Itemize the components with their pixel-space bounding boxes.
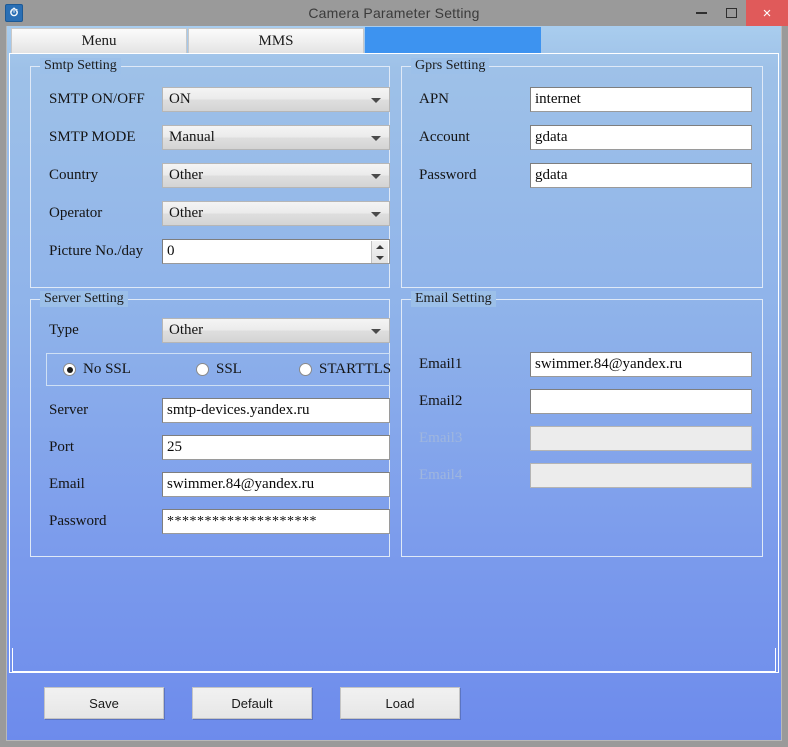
email-setting-title: Email Setting — [411, 291, 496, 307]
radio-ssl-label: SSL — [216, 361, 242, 377]
picture-no-per-day-value: 0 — [167, 243, 175, 259]
type-value: Other — [169, 322, 204, 338]
chevron-down-icon — [371, 328, 381, 334]
minimize-icon — [695, 12, 707, 14]
label-gprs-password: Password — [419, 167, 477, 183]
application-window: ⏱ Camera Parameter Setting × Menu MMS Sm… — [0, 0, 788, 747]
tab-mms[interactable]: MMS — [188, 28, 364, 53]
server-password-input[interactable]: ******************** — [162, 509, 390, 534]
email1-input[interactable]: swimmer.84@yandex.ru — [530, 352, 752, 377]
smtp-on-off-combo[interactable]: ON — [162, 87, 390, 112]
server-setting-group: Server Setting Type Other No SSL SSL STA… — [30, 291, 391, 557]
gprs-setting-group: Gprs Setting APN internet Account gdata … — [401, 58, 763, 288]
app-logo-icon: ⏱ — [5, 4, 23, 22]
chevron-down-icon — [371, 173, 381, 179]
server-email-input[interactable]: swimmer.84@yandex.ru — [162, 472, 390, 497]
tab-page: Smtp Setting SMTP ON/OFF ON SMTP MODE Ma… — [9, 53, 779, 673]
footer-bar: Save Default Load — [7, 673, 781, 740]
chevron-down-icon — [371, 97, 381, 103]
label-smtp-on-off: SMTP ON/OFF — [49, 91, 145, 107]
label-operator: Operator — [49, 205, 103, 221]
spinner-down-icon[interactable] — [372, 253, 388, 264]
email4-input — [530, 463, 752, 488]
tab-strip: Menu MMS — [7, 26, 781, 53]
radio-dot-icon — [196, 363, 209, 376]
label-apn: APN — [419, 91, 450, 107]
settings-panel-container: Smtp Setting SMTP ON/OFF ON SMTP MODE Ma… — [10, 54, 778, 648]
account-input[interactable]: gdata — [530, 125, 752, 150]
smtp-setting-group: Smtp Setting SMTP ON/OFF ON SMTP MODE Ma… — [30, 58, 390, 288]
email-setting-group: Email Setting Email1 swimmer.84@yandex.r… — [401, 291, 763, 557]
chevron-down-icon — [371, 135, 381, 141]
label-email1: Email1 — [419, 356, 463, 372]
gprs-password-input[interactable]: gdata — [530, 163, 752, 188]
label-country: Country — [49, 167, 99, 183]
maximize-button[interactable] — [716, 0, 746, 26]
server-setting-title: Server Setting — [40, 291, 128, 307]
tab-menu[interactable]: Menu — [11, 28, 187, 53]
label-type: Type — [49, 322, 79, 338]
gprs-setting-title: Gprs Setting — [411, 58, 490, 74]
label-email4: Email4 — [419, 467, 463, 483]
server-input[interactable]: smtp-devices.yandex.ru — [162, 398, 390, 423]
label-email2: Email2 — [419, 393, 463, 409]
label-server: Server — [49, 402, 89, 418]
default-button[interactable]: Default — [192, 687, 312, 719]
window-controls: × — [686, 0, 788, 26]
smtp-mode-combo[interactable]: Manual — [162, 125, 390, 150]
radio-starttls-label: STARTTLS — [319, 361, 392, 377]
label-server-email: Email — [49, 476, 85, 492]
label-port: Port — [49, 439, 75, 455]
type-combo[interactable]: Other — [162, 318, 390, 343]
label-smtp-mode: SMTP MODE — [49, 129, 136, 145]
client-area: Menu MMS Smtp Setting SMTP ON/OFF ON SMT… — [6, 26, 782, 741]
chevron-down-icon — [371, 211, 381, 217]
label-email3: Email3 — [419, 430, 463, 446]
radio-no-ssl[interactable]: No SSL — [63, 361, 131, 378]
radio-dot-icon — [299, 363, 312, 376]
label-account: Account — [419, 129, 470, 145]
apn-input[interactable]: internet — [530, 87, 752, 112]
tab-smtp-active[interactable] — [365, 27, 541, 53]
radio-no-ssl-label: No SSL — [83, 361, 131, 377]
minimize-button[interactable] — [686, 0, 716, 26]
maximize-icon — [725, 8, 737, 18]
port-input[interactable]: 25 — [162, 435, 390, 460]
close-button[interactable]: × — [746, 0, 788, 26]
smtp-setting-title: Smtp Setting — [40, 58, 121, 74]
footer-separator — [12, 648, 776, 672]
radio-dot-icon — [63, 363, 76, 376]
radio-starttls[interactable]: STARTTLS — [299, 361, 391, 378]
country-value: Other — [169, 167, 204, 183]
radio-ssl[interactable]: SSL — [196, 361, 242, 378]
label-server-password: Password — [49, 513, 107, 529]
label-picture-no-per-day: Picture No./day — [49, 243, 144, 259]
spinner-arrows[interactable] — [371, 241, 388, 264]
operator-combo[interactable]: Other — [162, 201, 390, 226]
load-button[interactable]: Load — [340, 687, 460, 719]
smtp-mode-value: Manual — [169, 129, 215, 145]
email3-input — [530, 426, 752, 451]
window-title: Camera Parameter Setting — [308, 5, 480, 21]
app-logo-glyph: ⏱ — [9, 6, 19, 19]
title-bar: ⏱ Camera Parameter Setting × — [0, 0, 788, 26]
smtp-on-off-value: ON — [169, 91, 191, 107]
spinner-up-icon[interactable] — [372, 241, 388, 253]
operator-value: Other — [169, 205, 204, 221]
picture-no-per-day-stepper[interactable]: 0 — [162, 239, 390, 264]
save-button[interactable]: Save — [44, 687, 164, 719]
country-combo[interactable]: Other — [162, 163, 390, 188]
email2-input[interactable] — [530, 389, 752, 414]
ssl-mode-radio-group: No SSL SSL STARTTLS — [46, 353, 391, 386]
